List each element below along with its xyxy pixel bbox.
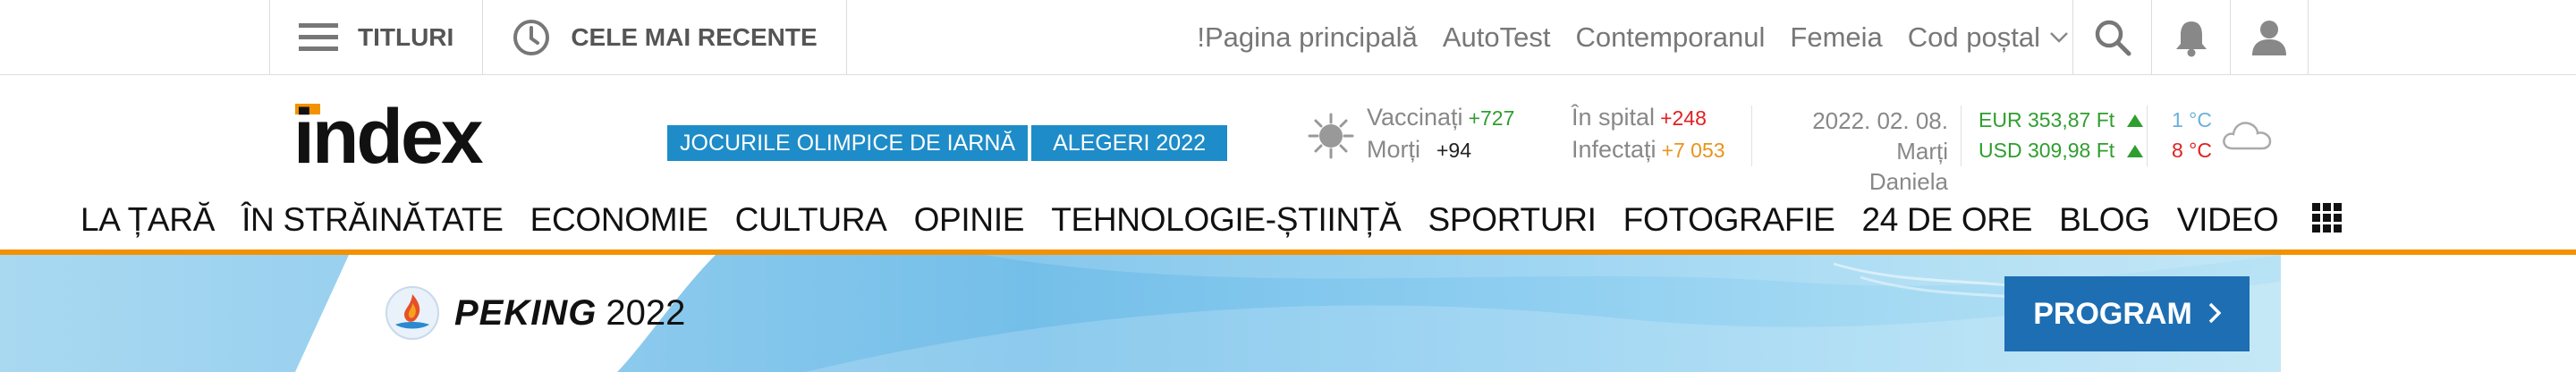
up-arrow-icon [2127,144,2144,157]
chevron-right-icon [2208,297,2222,332]
user-icon [2252,21,2286,55]
recent-label: CELE MAI RECENTE [571,23,818,51]
postcode-label: Cod poștal [1907,21,2040,53]
link-contemporanul[interactable]: Contemporanul [1575,21,1765,54]
hospital-value: +248 [1660,106,1707,130]
stat-hospital: În spital +248 [1572,104,1707,131]
infected-label: Infectați [1572,136,1657,163]
postcode-dropdown[interactable]: Cod poștal [1908,21,2069,54]
hospital-label: În spital [1572,104,1656,131]
rate-eur: EUR 353,87 Ft [1979,108,2144,132]
eur-value: EUR 353,87 Ft [1979,108,2115,131]
account-button[interactable] [2230,0,2309,75]
deaths-value: +94 [1436,139,1472,162]
divider [1751,106,1752,166]
search-icon [2095,20,2131,56]
top-bar-left: TITLURI CELE MAI RECENTE [269,0,847,75]
infected-value: +7 053 [1661,139,1725,162]
peking-2022-logo: PEKING 2022 [385,285,685,341]
olympics-banner[interactable]: PEKING 2022 PROGRAM [0,255,2576,372]
chip-winter-olympics[interactable]: JOCURILE OLIMPICE DE IARNĂ [667,125,1029,161]
stat-vaccinated: Vaccinați +727 [1367,104,1514,131]
topic-chips: JOCURILE OLIMPICE DE IARNĂ ALEGERI 2022 [667,125,1231,161]
stat-deaths: Morți +94 [1367,136,1471,164]
banner-city: PEKING [454,292,597,333]
divider [2147,106,2148,166]
notifications-button[interactable] [2151,0,2230,75]
deaths-label: Morți [1367,136,1420,163]
nameday-line: Daniela [1868,168,1948,195]
date-line: 2022. 02. 08. Marți [1812,107,1948,165]
link-autotest[interactable]: AutoTest [1443,21,1551,54]
nav-tehnologie-stiinta[interactable]: TEHNOLOGIE-ȘTIINȚĂ [1051,201,1402,239]
main-nav: LA ȚARĂ ÎN STRĂINĂTATE ECONOMIE CULTURA … [80,195,2343,245]
up-arrow-icon [2127,114,2144,127]
temp-min: 1 °C [2172,108,2212,131]
recent-button[interactable]: CELE MAI RECENTE [482,0,847,75]
index-logo[interactable]: index [293,94,626,180]
virus-icon [1308,113,1354,159]
nav-sporturi[interactable]: SPORTURI [1428,201,1597,239]
rate-usd: USD 309,98 Ft [1979,139,2144,163]
top-links: !Pagina principală AutoTest Contemporanu… [1172,0,2069,75]
titles-label: TITLURI [358,23,454,51]
nav-la-tara[interactable]: LA ȚARĂ [80,201,215,239]
date-block: 2022. 02. 08. Marți Daniela [1773,106,1948,197]
bell-icon [2175,21,2207,57]
link-homepage[interactable]: !Pagina principală [1197,21,1417,54]
banner-year: 2022 [606,292,686,333]
logo-text: index [295,100,484,168]
program-label: PROGRAM [2033,296,2192,331]
vaccinated-label: Vaccinați [1367,104,1463,131]
chip-elections[interactable]: ALEGERI 2022 [1031,125,1228,161]
clock-icon [512,18,551,57]
top-icons [2072,0,2309,75]
olympic-flame-icon [386,286,439,340]
divider [1961,106,1962,166]
vaccinated-value: +727 [1468,106,1515,130]
program-button[interactable]: PROGRAM [2004,276,2250,351]
nav-video[interactable]: VIDEO [2177,201,2279,239]
nav-blog[interactable]: BLOG [2059,201,2150,239]
nav-cultura[interactable]: CULTURA [735,201,887,239]
nav-opinie[interactable]: OPINIE [914,201,1025,239]
search-button[interactable] [2072,0,2151,75]
stat-infected: Infectați +7 053 [1572,136,1725,164]
titles-button[interactable]: TITLURI [269,0,482,75]
chevron-down-icon [2050,32,2068,43]
usd-value: USD 309,98 Ft [1979,139,2115,162]
hamburger-icon [299,23,338,52]
logo-graphic: index [293,94,487,180]
temp-max: 8 °C [2172,139,2212,162]
apps-grid-icon[interactable] [2312,202,2343,238]
nav-economie[interactable]: ECONOMIE [530,201,708,239]
cloud-icon [2223,122,2272,150]
top-bar: TITLURI CELE MAI RECENTE !Pagina princip… [0,0,2576,75]
link-femeia[interactable]: Femeia [1790,21,1882,54]
nav-24-de-ore[interactable]: 24 DE ORE [1862,201,2033,239]
nav-in-strainatate[interactable]: ÎN STRĂINĂTATE [242,201,504,239]
nav-fotografie[interactable]: FOTOGRAFIE [1623,201,1835,239]
